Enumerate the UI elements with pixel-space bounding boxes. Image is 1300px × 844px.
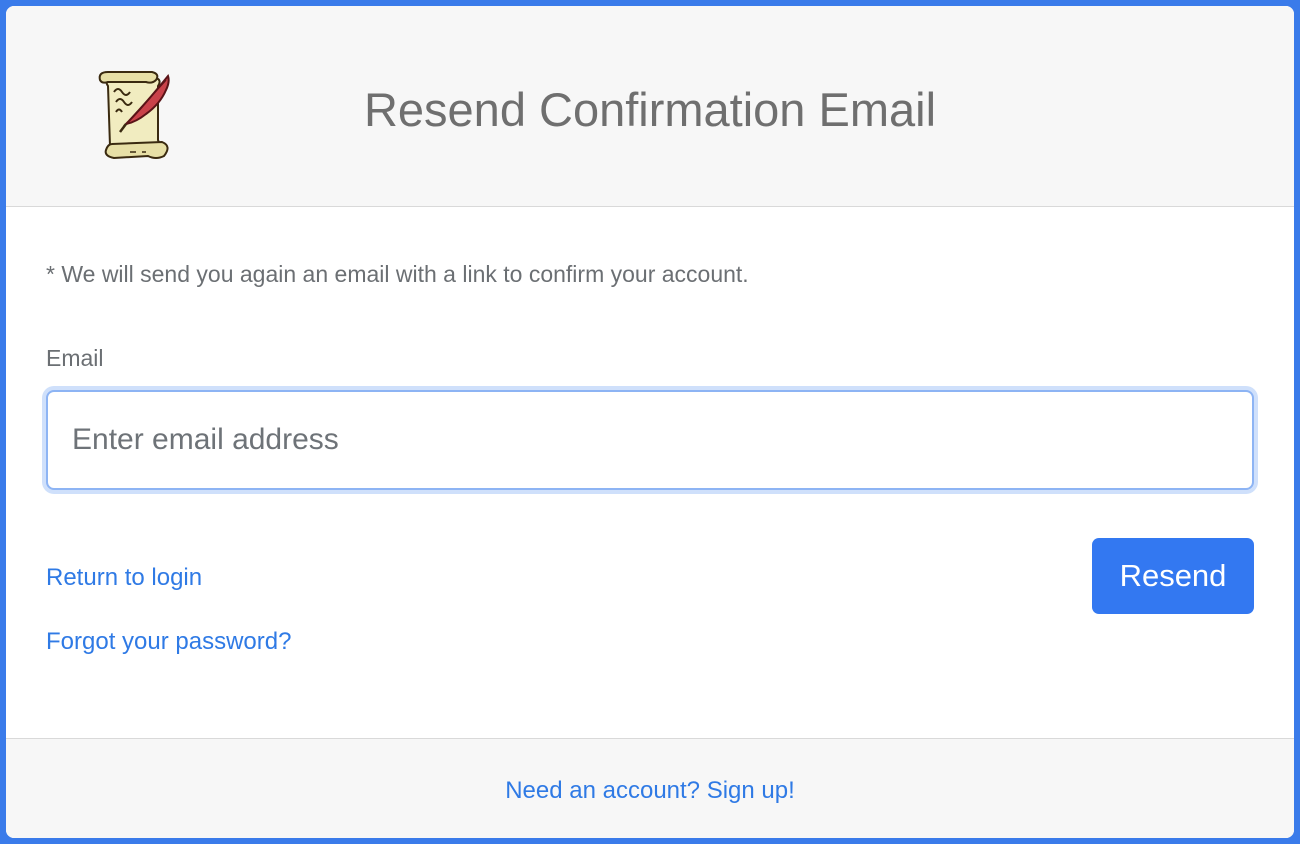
resend-confirmation-card: Resend Confirmation Email * We will send… [6,6,1294,838]
card-header: Resend Confirmation Email [6,6,1294,207]
email-input[interactable] [46,390,1254,490]
return-to-login-link[interactable]: Return to login [46,562,202,594]
forgot-password-link[interactable]: Forgot your password? [46,626,291,658]
resend-notice: * We will send you again an email with a… [46,261,749,287]
email-label: Email [46,345,104,371]
page-title: Resend Confirmation Email [363,83,937,136]
card-footer: Need an account? Sign up! [6,738,1294,838]
resend-button[interactable]: Resend [1092,538,1254,614]
signup-link[interactable]: Need an account? Sign up! [6,775,1294,807]
